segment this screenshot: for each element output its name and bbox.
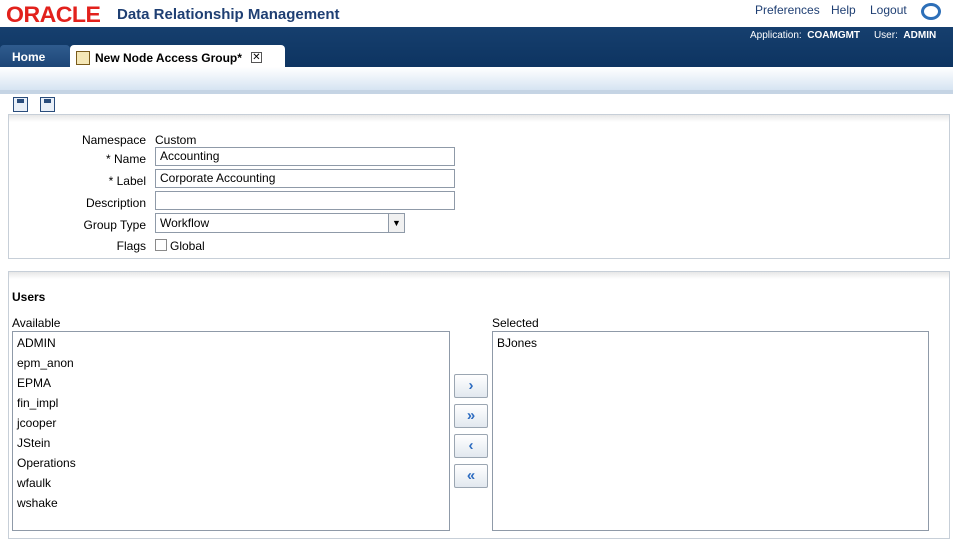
description-label: Description [85,196,146,210]
preferences-link[interactable]: Preferences [755,3,820,17]
move-selected-button[interactable]: › [454,374,488,398]
list-item[interactable]: BJones [493,333,928,353]
user-label: User: [873,30,898,41]
list-item[interactable]: jcooper [13,413,449,433]
logout-link[interactable]: Logout [870,3,907,17]
oracle-logo: ORACLE [6,2,101,27]
namespace-value: Custom [155,133,197,147]
panel-header [9,115,949,122]
list-item[interactable]: fin_impl [13,393,449,413]
chevron-down-icon[interactable]: ▼ [388,214,404,232]
name-label: * Name [105,152,146,166]
group-type-value: Workflow [160,216,210,230]
users-section-title: Users [12,290,46,304]
properties-panel [8,114,950,259]
move-all-button[interactable]: » [454,404,488,428]
available-users-list[interactable]: ADMIN epm_anon EPMA fin_impl jcooper JSt… [12,331,450,531]
global-label: Global [170,239,205,253]
tab-new-node-access-group[interactable]: New Node Access Group* ✕ [70,45,285,67]
application-value: COAMGMT [807,30,861,41]
list-item[interactable]: wfaulk [13,473,449,493]
list-item[interactable]: ADMIN [13,333,449,353]
available-label: Available [12,316,61,330]
flags-label: Flags [116,239,146,253]
selected-users-list[interactable]: BJones [492,331,929,531]
user-value: ADMIN [903,30,937,41]
save-icon[interactable] [13,97,28,112]
group-type-select[interactable]: Workflow ▼ [155,213,405,233]
label-field[interactable]: Corporate Accounting [155,169,455,188]
list-item[interactable]: epm_anon [13,353,449,373]
application-info: Application: COAMGMT User: ADMIN [750,30,936,42]
panel-header [9,272,949,279]
save-as-icon[interactable] [40,97,55,112]
help-link[interactable]: Help [831,3,856,17]
name-field[interactable]: Accounting [155,147,455,166]
list-item[interactable]: JStein [13,433,449,453]
tab-label: New Node Access Group* [95,50,242,65]
tab-home[interactable]: Home [0,45,70,67]
group-type-label: Group Type [83,218,146,232]
app-title: Data Relationship Management [117,6,340,23]
close-tab-icon[interactable]: ✕ [250,52,262,63]
description-field[interactable] [155,191,455,210]
application-label: Application: [750,30,802,41]
header-band-divider [0,90,953,94]
namespace-label: Namespace [81,133,146,147]
selected-label: Selected [492,316,539,330]
header-band [0,67,953,90]
list-item[interactable]: EPMA [13,373,449,393]
node-access-group-icon [76,50,90,65]
global-checkbox[interactable] [155,239,167,251]
list-item[interactable]: wshake [13,493,449,513]
oracle-o-icon [921,3,941,20]
label-label: * Label [108,174,146,188]
remove-selected-button[interactable]: ‹ [454,434,488,458]
remove-all-button[interactable]: « [454,464,488,488]
list-item[interactable]: Operations [13,453,449,473]
